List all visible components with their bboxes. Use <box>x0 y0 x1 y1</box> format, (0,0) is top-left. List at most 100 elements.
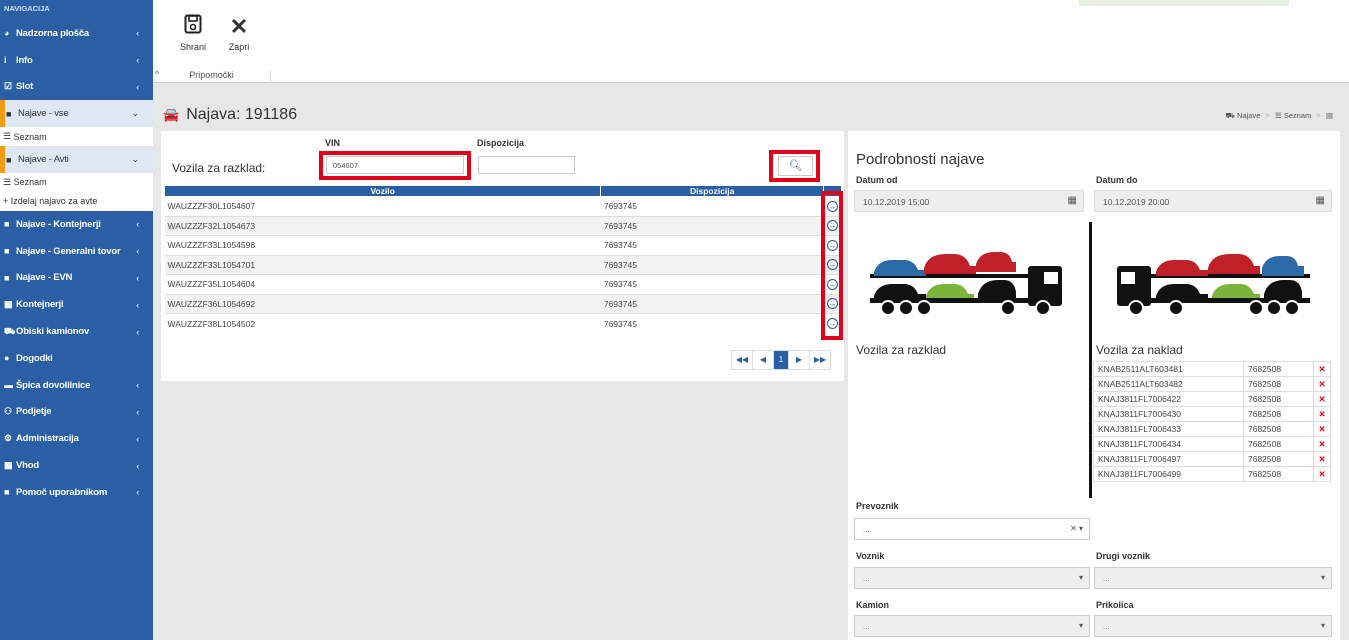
drugi-voznik-value: ... <box>1103 574 1110 583</box>
chevron-left-icon: ‹ <box>136 433 139 444</box>
sidebar-item-label: Slot <box>16 81 34 93</box>
search-button[interactable]: 🔍︎ <box>778 156 813 176</box>
first-page-button[interactable]: ◀◀ <box>731 350 753 370</box>
vin-input[interactable]: 054607 <box>326 156 464 174</box>
datum-od-label: Datum od <box>856 175 898 185</box>
save-button[interactable]: Shrani <box>173 14 213 52</box>
remove-icon[interactable]: ✕ <box>1313 436 1331 452</box>
sidebar-item-pomoc-uporabnikom[interactable]: ■ Pomoč uporabnikom ‹ <box>0 479 153 506</box>
datum-do-input[interactable]: 10.12.2019 20:00 ▦ <box>1094 190 1332 212</box>
table-row[interactable]: WAUZZZF35L1054604 7693745 → <box>164 274 842 294</box>
calendar-icon[interactable]: ▦ <box>1316 195 1325 206</box>
prevoznik-select[interactable]: ... ✕ ▾ <box>854 518 1090 540</box>
remove-icon[interactable]: ✕ <box>1313 376 1331 392</box>
sidebar-item-nadzorna-plosca[interactable]: ◕ Nadzorna plošča ‹ <box>0 20 153 47</box>
breadcrumb-item[interactable]: Seznam <box>1284 111 1312 120</box>
save-button-label: Shrani <box>179 42 206 52</box>
clear-dropdown-icon[interactable]: ✕ ▾ <box>1070 524 1083 533</box>
remove-icon[interactable]: ✕ <box>1313 421 1331 437</box>
next-page-button[interactable]: ▶ <box>788 350 810 370</box>
collapse-icon[interactable]: ^ <box>155 69 159 79</box>
sidebar-item-najave-evn[interactable]: ■ Najave - EVN ‹ <box>0 265 153 292</box>
table-row: KNAJ3811FL7006499 7682508 ✕ <box>1093 466 1331 482</box>
sidebar-subitem-seznam-avti[interactable]: ☰ Seznam <box>0 172 153 192</box>
document-icon: ▤ <box>1325 111 1333 120</box>
chevron-left-icon: ‹ <box>136 326 139 337</box>
details-panel: Podrobnosti najave Datum od Datum do 10.… <box>848 131 1340 640</box>
cell-vozilo: WAUZZZF38L1054502 <box>164 313 601 333</box>
datum-od-input[interactable]: 10.12.2019 15:00 ▦ <box>854 190 1084 212</box>
grid-icon: ▦ <box>4 299 13 310</box>
voznik-select[interactable]: ... ▾ <box>854 567 1090 589</box>
kamion-select[interactable]: ... ▾ <box>854 615 1090 637</box>
info-icon: i <box>4 55 7 66</box>
remove-icon[interactable]: ✕ <box>1313 451 1331 467</box>
sidebar-subitem-seznam[interactable]: ☰ Seznam <box>0 127 153 147</box>
list-icon: ☰ <box>3 131 14 142</box>
sidebar: NAVIGACIJA ◕ Nadzorna plošča ‹ i Info ‹ ☑ Slo… <box>0 0 153 640</box>
sidebar-item-najave-vse[interactable]: ■ Najave - vse ⌄ <box>0 100 153 128</box>
close-button[interactable]: ✕ Zapri <box>219 14 259 52</box>
column-header-vozilo[interactable]: Vozilo <box>163 185 602 197</box>
voznik-value: ... <box>863 574 870 583</box>
sidebar-item-spica-dovolilnice[interactable]: ▬ Špica dovolilnice ‹ <box>0 372 153 399</box>
chevron-left-icon: ‹ <box>136 487 139 498</box>
chevron-left-icon: ‹ <box>136 246 139 257</box>
actions-highlight <box>821 191 843 340</box>
sidebar-item-dogodki[interactable]: ● Dogodki <box>0 345 153 372</box>
cell-dispozicija: 7682508 <box>1243 451 1314 467</box>
gears-icon: ⚙ <box>4 433 12 444</box>
sidebar-item-label: Pomoč uporabnikom <box>16 486 108 498</box>
remove-icon[interactable]: ✕ <box>1313 466 1331 482</box>
cell-vozilo: WAUZZZF36L1054692 <box>164 293 601 314</box>
sidebar-item-label: Podjetje <box>16 406 52 418</box>
table-row[interactable]: WAUZZZF38L1054502 7693745 → <box>164 313 842 333</box>
vin-label: VIN <box>325 138 341 148</box>
sidebar-item-kontejnerji[interactable]: ▦ Kontejnerji ‹ <box>0 291 153 318</box>
remove-icon[interactable]: ✕ <box>1313 361 1331 377</box>
table-row[interactable]: WAUZZZF33L1054701 7693745 → <box>164 254 842 275</box>
remove-icon[interactable]: ✕ <box>1313 406 1331 422</box>
breadcrumb-separator: > <box>1265 111 1270 120</box>
breadcrumb-item[interactable]: Najave <box>1237 111 1260 120</box>
sidebar-subitem-izdelaj-najavo[interactable]: + Izdelaj najavo za avte <box>0 191 153 211</box>
truck-icon: ⛟ <box>4 325 16 336</box>
remove-icon[interactable]: ✕ <box>1313 391 1331 407</box>
table-row: KNAJ3811FL7006430 7682508 ✕ <box>1093 406 1331 422</box>
table-row: KNAB2511ALT603482 7682508 ✕ <box>1093 376 1331 392</box>
sidebar-item-label: Najave - vse <box>18 108 69 120</box>
calendar-icon[interactable]: ▦ <box>1068 195 1077 206</box>
dropdown-icon: ▾ <box>1078 573 1083 582</box>
calendar-check-icon: ☑ <box>4 81 12 92</box>
last-page-button[interactable]: ▶▶ <box>809 350 831 370</box>
cell-vin: KNAJ3811FL7006434 <box>1093 436 1244 452</box>
sidebar-item-label: Špica dovolilnice <box>16 379 91 391</box>
prikolica-select[interactable]: ... ▾ <box>1094 615 1332 637</box>
toolbar-group-text: Pripomočki <box>189 70 234 80</box>
page-button[interactable]: 1 <box>773 350 789 370</box>
column-header-dispozicija[interactable]: Dispozicija <box>600 185 824 197</box>
table-row[interactable]: WAUZZZF36L1054692 7693745 → <box>164 293 842 314</box>
toolbar: Shrani ✕ Zapri ^ Pripomočki <box>153 0 1349 83</box>
vertical-divider <box>1089 222 1092 498</box>
table-row[interactable]: WAUZZZF33L1054598 7693745 → <box>164 235 842 255</box>
table-row[interactable]: WAUZZZF32L1054673 7693745 → <box>164 215 842 236</box>
sidebar-item-najave-generalni-tovor[interactable]: ■ Najave - Generalni tovor ‹ <box>0 238 153 265</box>
sidebar-item-info[interactable]: i Info ‹ <box>0 47 153 74</box>
cell-dispozicija: 7693745 <box>600 235 824 255</box>
table-row[interactable]: WAUZZZF30L1054607 7693745 → <box>164 196 842 216</box>
sidebar-item-najave-kontejnerji[interactable]: ■ Najave - Kontejnerji ‹ <box>0 211 153 238</box>
sidebar-item-podjetje[interactable]: ⚇ Podjetje ‹ <box>0 399 153 426</box>
prev-page-button[interactable]: ◀ <box>752 350 774 370</box>
dispozicija-input[interactable] <box>478 156 575 174</box>
sidebar-item-obiski-kamionov[interactable]: ⛟ Obiski kamionov ‹ <box>0 318 153 345</box>
drugi-voznik-select[interactable]: ... ▾ <box>1094 567 1332 589</box>
sidebar-item-label: Nadzorna plošča <box>16 27 90 39</box>
sidebar-item-vhod[interactable]: ▦ Vhod ‹ <box>0 452 153 479</box>
page-title: 🚘 Najava: 191186 <box>163 106 297 124</box>
sidebar-item-slot[interactable]: ☑ Slot ‹ <box>0 74 153 101</box>
dropdown-icon: ▾ <box>1320 621 1325 630</box>
sidebar-item-administracija[interactable]: ⚙ Administracija ‹ <box>0 425 153 452</box>
sidebar-item-najave-avti[interactable]: ■ Najave - Avti ⌄ <box>0 146 153 173</box>
sidebar-item-label: Obiski kamionov <box>16 326 90 338</box>
